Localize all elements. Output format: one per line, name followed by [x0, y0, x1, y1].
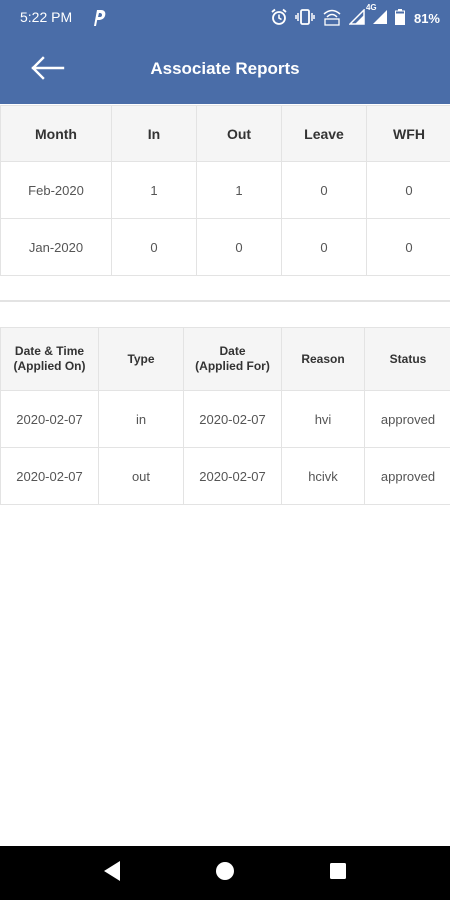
column-header: Month — [0, 105, 112, 162]
table-cell: 0 — [111, 218, 197, 276]
status-cell: approved — [364, 447, 450, 505]
table-cell: hvi — [281, 390, 365, 448]
signal-icon — [348, 8, 365, 28]
status-icons: 4G 81% — [270, 3, 440, 29]
vibrate-icon — [295, 8, 315, 29]
square-recents-icon — [329, 862, 347, 885]
battery-percent: 81% — [413, 11, 440, 26]
table-cell: in — [98, 390, 184, 448]
lte-signal-icon: 4G — [366, 3, 388, 28]
table-header-row: Month In Out Leave WFH — [0, 105, 450, 162]
table-cell: 0 — [281, 161, 367, 219]
page-title: Associate Reports — [150, 59, 300, 78]
table-cell: Feb-2020 — [0, 161, 112, 219]
triangle-back-icon — [102, 860, 122, 887]
column-header: Leave — [281, 105, 367, 162]
status-time: 5:22 PM — [20, 9, 73, 25]
section-divider — [0, 300, 450, 302]
circle-home-icon — [215, 861, 235, 886]
column-header-type: Type — [98, 327, 184, 391]
table-cell: out — [98, 447, 184, 505]
alarm-icon — [270, 8, 288, 29]
column-header: Out — [196, 105, 282, 162]
app-header: 5:22 PM 4G 81% Associate Reports — [0, 0, 450, 104]
table-row: Jan-2020 0 0 0 0 — [0, 218, 450, 276]
header-line: (Applied For) — [195, 359, 270, 373]
toolbar: Associate Reports — [0, 40, 450, 100]
header-line: Status — [389, 351, 427, 366]
table-cell: 2020-02-07 — [183, 447, 282, 505]
header-line: Reason — [301, 351, 345, 366]
column-header-applied-for: Date (Applied For) — [183, 327, 282, 391]
p-app-icon — [91, 9, 107, 30]
column-header-reason: Reason — [281, 327, 365, 391]
header-line: Date — [219, 344, 246, 358]
column-header: WFH — [366, 105, 450, 162]
column-header-applied-on: Date & Time (Applied On) — [0, 327, 99, 391]
battery-icon — [394, 9, 405, 28]
table-cell: 0 — [366, 218, 450, 276]
nav-back-button[interactable] — [72, 846, 152, 900]
table-header-row: Date & Time (Applied On) Type Date (Appl… — [0, 327, 450, 391]
requests-table: Date & Time (Applied On) Type Date (Appl… — [0, 327, 450, 505]
table-row: 2020-02-07 out 2020-02-07 hcivk approved — [0, 447, 450, 505]
header-line: Date & Time — [14, 344, 85, 358]
status-bar: 5:22 PM 4G 81% — [0, 0, 450, 36]
nav-home-button[interactable] — [185, 846, 265, 900]
table-row: 2020-02-07 in 2020-02-07 hvi approved — [0, 390, 450, 448]
table-cell: 2020-02-07 — [0, 390, 99, 448]
table-cell: 1 — [196, 161, 282, 219]
nav-recents-button[interactable] — [298, 846, 378, 900]
system-navigation-bar — [0, 846, 450, 900]
table-cell: 0 — [196, 218, 282, 276]
table-cell: 1 — [111, 161, 197, 219]
table-row: Feb-2020 1 1 0 0 — [0, 161, 450, 219]
status-cell: approved — [364, 390, 450, 448]
table-cell: 0 — [366, 161, 450, 219]
header-line: (Applied On) — [13, 359, 86, 373]
network-type-label: 4G — [365, 3, 377, 12]
table-cell: 0 — [281, 218, 367, 276]
table-cell: 2020-02-07 — [183, 390, 282, 448]
monthly-summary-table: Month In Out Leave WFH Feb-2020 1 1 0 0 … — [0, 105, 450, 276]
table-cell: 2020-02-07 — [0, 447, 99, 505]
table-cell: hcivk — [281, 447, 365, 505]
table-cell: Jan-2020 — [0, 218, 112, 276]
header-line: Type — [127, 351, 155, 366]
column-header-status: Status — [364, 327, 450, 391]
wifi-calling-icon — [322, 8, 342, 29]
column-header: In — [111, 105, 197, 162]
